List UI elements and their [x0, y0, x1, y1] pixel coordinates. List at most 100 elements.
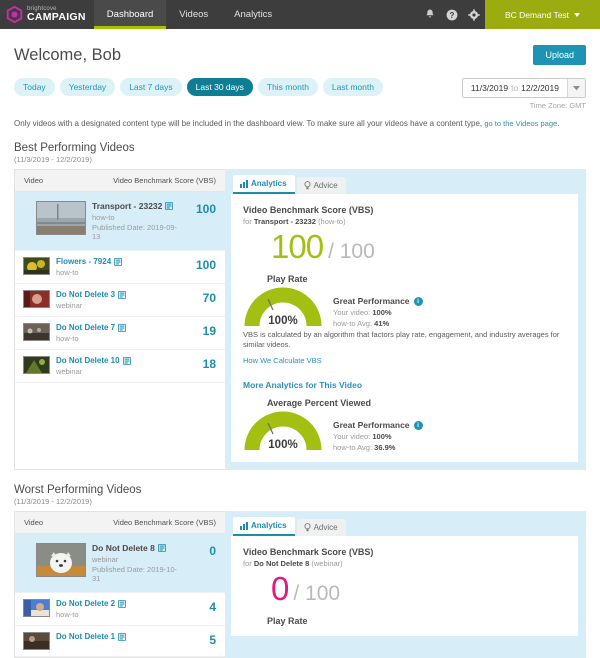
best-detail-panel: Analytics Advice Video Benchmark Score (… — [225, 169, 586, 471]
more-analytics-link[interactable]: More Analytics for This Video — [243, 380, 566, 390]
vbs-card-subtitle: for Transport - 23232 (how-to) — [243, 217, 566, 226]
vbs-score-display: 100 / 100 — [271, 228, 566, 266]
date-range-join: to — [511, 83, 519, 93]
info-icon[interactable]: i — [413, 420, 423, 430]
video-score: 19 — [202, 324, 216, 338]
nav-item-analytics[interactable]: Analytics — [221, 0, 285, 29]
date-range-dropdown-button[interactable] — [567, 79, 585, 97]
brand-logo[interactable]: brightcove CAMPAIGN — [0, 0, 94, 29]
table-row[interactable]: Do Not Delete 7 how-to 19 — [15, 317, 225, 350]
chevron-down-icon — [573, 85, 580, 90]
nav-item-dashboard[interactable]: Dashboard — [93, 0, 167, 29]
account-name: BC Demand Test — [504, 9, 570, 20]
video-title[interactable]: Do Not Delete 3 — [56, 290, 180, 299]
video-title-text: Do Not Delete 10 — [56, 356, 120, 365]
video-title[interactable]: Do Not Delete 8 — [92, 543, 180, 553]
vbs-for-prefix: for — [243, 217, 252, 226]
vbs-score-max: / 100 — [328, 240, 375, 263]
table-row[interactable]: Transport - 23232 how-to Published Date:… — [15, 192, 225, 251]
welcome-row: Welcome, Bob Upload — [14, 45, 586, 65]
tab-analytics[interactable]: Analytics — [233, 175, 295, 194]
worst-col-score: Video Benchmark Score (VBS) — [113, 518, 216, 528]
vbs-card-title: Video Benchmark Score (VBS) — [243, 205, 374, 215]
play-rate-your-video-label: Your video: — [333, 308, 371, 317]
pill-last-7-days[interactable]: Last 7 days — [120, 78, 182, 96]
help-icon[interactable]: ? — [441, 0, 463, 29]
apv-gauge: 100% — [243, 408, 323, 452]
video-title[interactable]: Do Not Delete 1 — [56, 632, 180, 641]
tab-advice[interactable]: Advice — [296, 177, 346, 194]
table-row[interactable]: Do Not Delete 2 how-to 4 — [15, 593, 225, 627]
apv-gauge-value: 100% — [268, 439, 298, 452]
content-type-notice: Only videos with a designated content ty… — [14, 119, 586, 128]
metric-average-percent-viewed: Average Percent Viewed 100% Great Perfor… — [243, 398, 566, 452]
account-menu[interactable]: BC Demand Test — [485, 0, 600, 29]
metric-play-rate: Play Rate 100% Great Performance i Your … — [243, 274, 566, 328]
video-title[interactable]: Do Not Delete 10 — [56, 356, 180, 365]
table-row[interactable]: Flowers - 7924 how-to 100 — [15, 251, 225, 284]
video-score: 0 — [209, 544, 216, 559]
video-title[interactable]: Do Not Delete 2 — [56, 599, 180, 608]
content-type-icon — [118, 632, 127, 641]
nav-item-analytics-label: Analytics — [234, 9, 273, 20]
table-row[interactable]: Do Not Delete 10 webinar 18 — [15, 350, 225, 383]
pill-today[interactable]: Today — [14, 78, 55, 96]
tab-advice[interactable]: Advice — [296, 519, 346, 537]
upload-button[interactable]: Upload — [533, 45, 586, 65]
tab-advice-label: Advice — [313, 181, 338, 190]
pill-yesterday[interactable]: Yesterday — [59, 78, 116, 96]
video-title[interactable]: Do Not Delete 7 — [56, 323, 180, 332]
how-we-calculate-vbs-link[interactable]: How We Calculate VBS — [243, 356, 322, 365]
date-range-value[interactable]: 11/3/2019 to 12/2/2019 — [463, 79, 567, 97]
video-content-type: webinar — [56, 301, 83, 310]
pill-last-month[interactable]: Last month — [322, 78, 383, 96]
pill-last-30-days[interactable]: Last 30 days — [186, 78, 253, 96]
metric-play-rate: Play Rate — [243, 616, 566, 626]
tab-analytics[interactable]: Analytics — [233, 517, 295, 537]
content-type-icon — [118, 323, 127, 332]
nav-right-group: ? BC Demand Test — [419, 0, 600, 29]
video-title-text: Flowers - 7924 — [56, 257, 112, 266]
video-score: 4 — [209, 600, 216, 615]
content-type-icon — [157, 544, 166, 553]
worst-vbs-card: Video Benchmark Score (VBS) for Do Not D… — [231, 536, 578, 637]
video-title-text: Do Not Delete 1 — [56, 632, 116, 642]
play-rate-perf-text: Great Performance — [333, 296, 410, 306]
video-title[interactable]: Transport - 23232 — [92, 201, 180, 211]
video-title[interactable]: Flowers - 7924 — [56, 257, 180, 266]
gear-icon[interactable] — [463, 0, 485, 29]
play-rate-your-video: Your video: 100% — [333, 308, 423, 317]
table-row[interactable]: Do Not Delete 8 webinar Published Date: … — [15, 534, 225, 594]
video-content-type: webinar — [56, 367, 83, 376]
vbs-for-type: (webinar) — [311, 559, 343, 569]
apv-your-video-label: Your video: — [333, 432, 371, 442]
apv-your-video-value: 100% — [372, 432, 392, 442]
content-type-icon — [165, 202, 174, 210]
worst-section-subtitle: (11/3/2019 - 12/2/2019) — [14, 497, 92, 507]
apv-avg-label: how-to Avg: — [333, 443, 373, 453]
video-thumbnail — [23, 257, 50, 275]
play-rate-average: how-to Avg: 41% — [333, 319, 423, 328]
video-thumbnail — [23, 290, 50, 308]
bell-icon[interactable] — [419, 0, 441, 29]
videos-page-link[interactable]: go to the Videos page — [484, 119, 557, 128]
play-rate-your-video-value: 100% — [372, 308, 392, 317]
vbs-score-max: / 100 — [293, 582, 341, 606]
table-row[interactable]: Do Not Delete 3 webinar 70 — [15, 284, 225, 317]
filter-row: Today Yesterday Last 7 days Last 30 days… — [14, 78, 586, 110]
metric-play-rate-label: Play Rate — [267, 616, 308, 627]
video-title-text: Do Not Delete 8 — [92, 543, 155, 554]
table-row[interactable]: Do Not Delete 1 5 — [15, 626, 225, 658]
best-section-subtitle: (11/3/2019 - 12/2/2019) — [14, 155, 92, 164]
date-range-box[interactable]: 11/3/2019 to 12/2/2019 — [461, 78, 586, 98]
nav-item-videos[interactable]: Videos — [166, 0, 221, 29]
best-list-header: Video Video Benchmark Score (VBS) — [15, 170, 225, 192]
pill-this-month[interactable]: This month — [257, 78, 318, 96]
video-content-type: how-to — [56, 334, 79, 343]
worst-detail-panel: Analytics Advice Video Benchmark Score (… — [225, 511, 586, 658]
best-video-list: Video Video Benchmark Score (VBS) Transp… — [14, 169, 225, 471]
content-type-icon — [118, 290, 127, 299]
info-icon[interactable]: i — [413, 296, 423, 306]
tab-analytics-label: Analytics — [251, 179, 287, 188]
apv-avg-value: 36.9% — [374, 443, 396, 453]
